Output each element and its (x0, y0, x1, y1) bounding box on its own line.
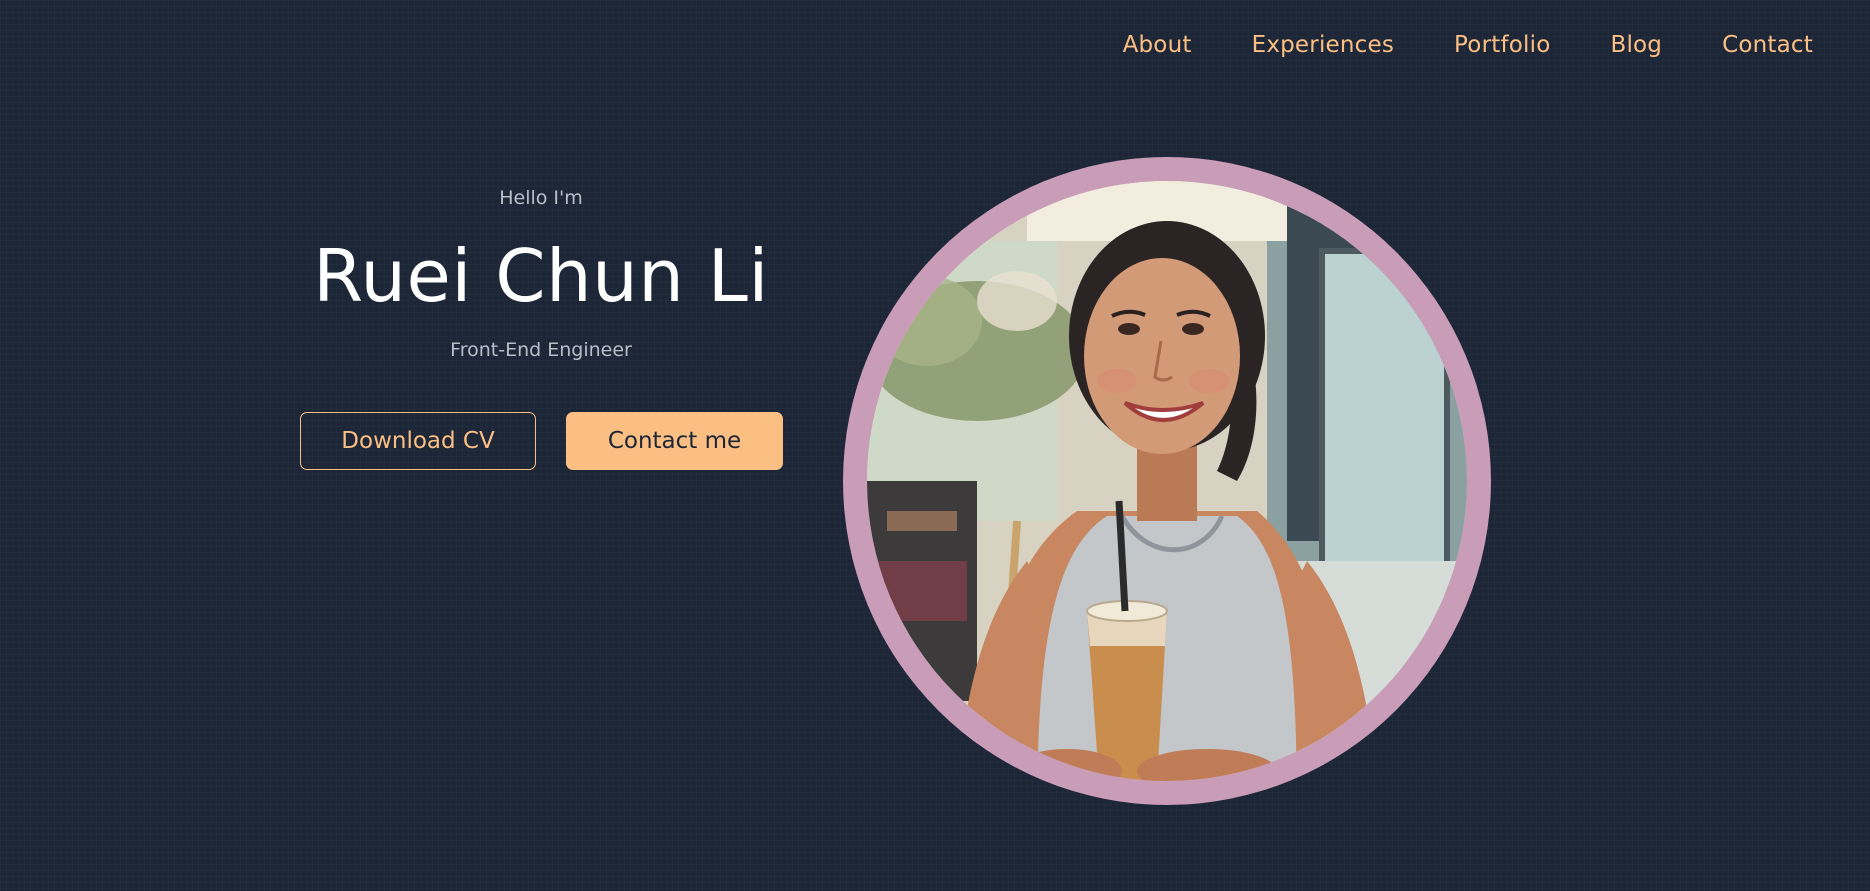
hero-intro: Hello I'm Ruei Chun Li Front-End Enginee… (260, 185, 822, 363)
nav-blog-link[interactable]: Blog (1610, 30, 1662, 60)
main-nav: About Experiences Portfolio Blog Contact (1123, 30, 1813, 60)
nav-contact-link[interactable]: Contact (1722, 30, 1813, 60)
nav-about-link[interactable]: About (1123, 30, 1192, 60)
nav-experiences-link[interactable]: Experiences (1252, 30, 1394, 60)
portrait-frame (843, 157, 1491, 805)
hero-greeting: Hello I'm (499, 187, 583, 209)
profile-photo (867, 181, 1467, 781)
hero-name: Ruei Chun Li (313, 234, 769, 318)
contact-me-button[interactable]: Contact me (566, 412, 783, 470)
profile-photo-illustration (867, 181, 1467, 781)
hero-actions: Download CV Contact me (300, 412, 783, 470)
hero-role: Front-End Engineer (450, 339, 632, 361)
download-cv-button[interactable]: Download CV (300, 412, 536, 470)
nav-portfolio-link[interactable]: Portfolio (1454, 30, 1550, 60)
